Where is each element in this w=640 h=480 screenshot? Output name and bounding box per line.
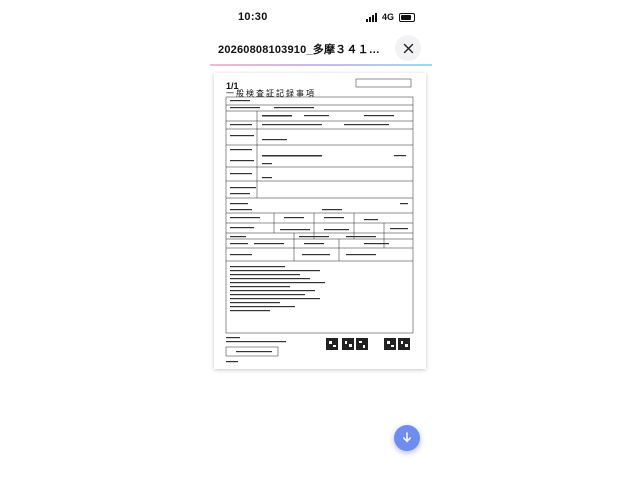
document-filename: 20260808103910_多摩３４１つ７０...: [218, 44, 388, 56]
download-button[interactable]: [394, 425, 420, 451]
network-label: 4G: [382, 12, 395, 22]
download-icon: [403, 432, 411, 443]
status-icons: 4G: [366, 12, 416, 22]
document-page[interactable]: 1/1 一般検査証記録事項: [214, 73, 426, 369]
form-scan: [225, 78, 414, 363]
status-bar: 10:30 4G: [0, 0, 640, 34]
battery-icon: [399, 12, 416, 22]
status-time: 10:30: [238, 11, 268, 23]
viewer-header: 20260808103910_多摩３４１つ７０...: [210, 34, 432, 64]
load-progress-bar: [210, 64, 432, 66]
signal-icon: [366, 12, 377, 22]
close-icon: [403, 43, 413, 53]
close-button[interactable]: [395, 35, 421, 61]
